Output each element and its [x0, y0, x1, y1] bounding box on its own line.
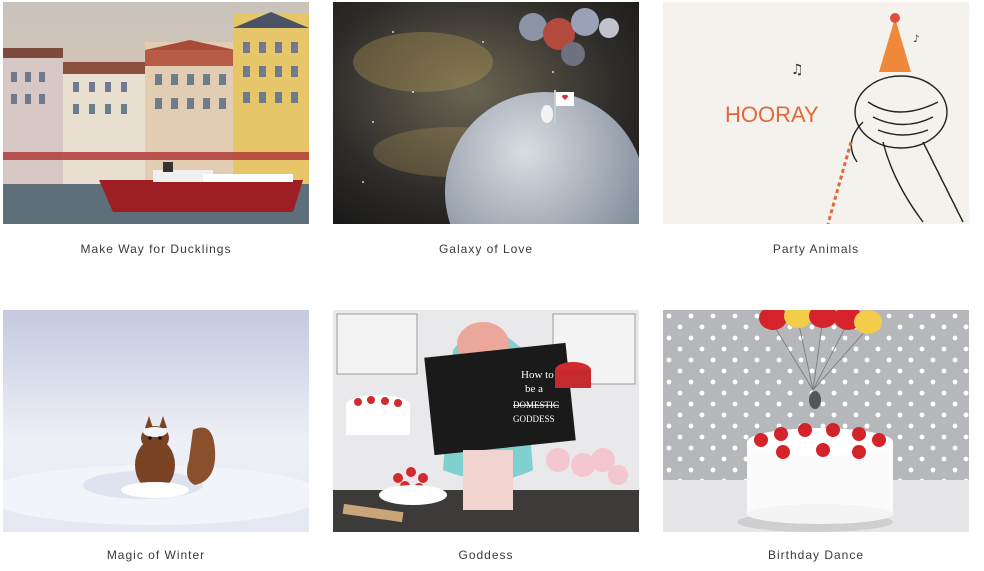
svg-text:♪: ♪	[913, 34, 919, 45]
book-line-1: How to	[521, 369, 554, 381]
illustration-harbour-houses	[3, 2, 309, 224]
illustration-winter-squirrel	[3, 310, 309, 532]
card-title[interactable]: Magic of Winter	[3, 548, 309, 562]
thumbnail-birthday-dance[interactable]	[663, 310, 969, 532]
card-title[interactable]: Make Way for Ducklings	[3, 242, 309, 256]
card-title[interactable]: Galaxy of Love	[333, 242, 639, 256]
svg-text:♫: ♫	[791, 62, 804, 78]
illustration-goddess-baking: How to be a DOMESTIC GODDESS	[333, 310, 639, 532]
book-line-3: DOMESTIC	[513, 400, 559, 410]
book-line-2: be a	[525, 383, 543, 395]
illustration-birthday-cake	[663, 310, 969, 532]
hooray-text: HOORAY	[725, 102, 819, 127]
book-line-4: GODDESS	[513, 414, 555, 424]
thumbnail-goddess[interactable]: How to be a DOMESTIC GODDESS	[333, 310, 639, 532]
thumbnail-galaxy-of-love[interactable]	[333, 2, 639, 224]
illustration-galaxy-planet	[333, 2, 639, 224]
card-title[interactable]: Party Animals	[663, 242, 969, 256]
thumbnail-magic-of-winter[interactable]	[3, 310, 309, 532]
illustration-party-ostrich: HOORAY ♫ ♪	[663, 2, 969, 224]
thumbnail-party-animals[interactable]: HOORAY ♫ ♪	[663, 2, 969, 224]
thumbnail-make-way-for-ducklings[interactable]	[3, 2, 309, 224]
card-title[interactable]: Goddess	[333, 548, 639, 562]
card-title[interactable]: Birthday Dance	[663, 548, 969, 562]
